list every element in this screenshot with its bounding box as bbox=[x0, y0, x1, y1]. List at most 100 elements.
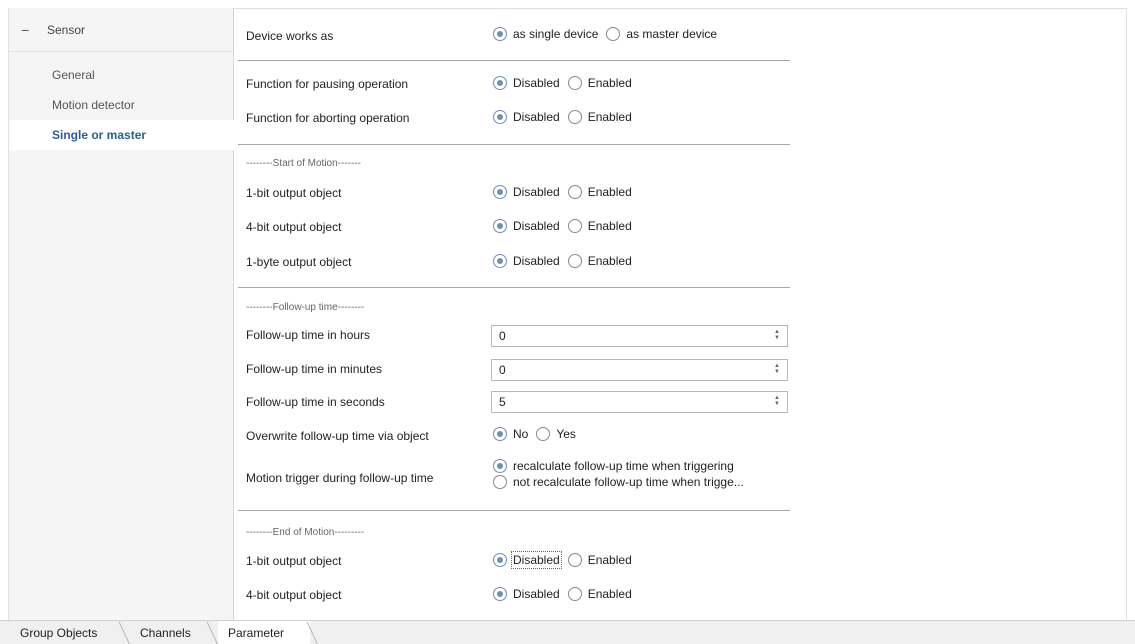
separator bbox=[238, 60, 790, 61]
start-1byte-label: 1-byte output object bbox=[246, 255, 352, 269]
radio-overwrite-no[interactable]: No bbox=[493, 427, 528, 441]
hours-spinbox[interactable]: 0 ▲ ▼ bbox=[491, 325, 788, 347]
radio-selected-icon[interactable] bbox=[493, 219, 507, 233]
radio-label: Disabled bbox=[513, 219, 560, 233]
spinner-arrows-icon[interactable]: ▲ ▼ bbox=[774, 329, 780, 341]
radio-label: Enabled bbox=[587, 110, 632, 124]
spinner-arrows-icon[interactable]: ▲ ▼ bbox=[774, 363, 780, 375]
sidebar: − Sensor General Motion detector Single … bbox=[8, 8, 235, 620]
start-1bit-options: Disabled Enabled bbox=[493, 185, 640, 199]
radio-unselected-icon[interactable] bbox=[567, 553, 582, 567]
radio-selected-icon[interactable] bbox=[493, 76, 507, 90]
radio-overwrite-yes[interactable]: Yes bbox=[536, 427, 576, 441]
sidebar-item-general[interactable]: General bbox=[9, 60, 233, 90]
collapse-icon[interactable]: − bbox=[21, 22, 35, 38]
radio-unselected-icon[interactable] bbox=[606, 27, 621, 41]
minutes-spinbox[interactable]: 0 ▲ ▼ bbox=[491, 359, 788, 381]
radio-selected-icon[interactable] bbox=[493, 27, 507, 41]
trigger-options: recalculate follow-up time when triggeri… bbox=[493, 459, 752, 491]
radio-recalculate[interactable]: recalculate follow-up time when triggeri… bbox=[493, 459, 734, 473]
tree-root-label: Sensor bbox=[47, 22, 86, 37]
bottom-tab-bar: Group Objects Channels Parameter bbox=[0, 620, 1135, 644]
radio-start-1byte-disabled[interactable]: Disabled bbox=[493, 254, 560, 268]
end-1bit-label: 1-bit output object bbox=[246, 554, 342, 568]
radio-label: Disabled bbox=[511, 551, 562, 569]
tab-group-objects[interactable]: Group Objects bbox=[20, 621, 120, 644]
radio-start-4bit-enabled[interactable]: Enabled bbox=[567, 219, 632, 233]
start-of-motion-header: --------Start of Motion------- bbox=[246, 158, 361, 169]
radio-label: Disabled bbox=[513, 254, 560, 268]
radio-label: Enabled bbox=[587, 587, 632, 601]
sidebar-item-motion-detector[interactable]: Motion detector bbox=[9, 90, 233, 120]
seconds-label: Follow-up time in seconds bbox=[246, 395, 385, 409]
radio-unselected-icon[interactable] bbox=[536, 427, 551, 441]
radio-selected-icon[interactable] bbox=[493, 459, 507, 473]
trigger-label: Motion trigger during follow-up time bbox=[246, 471, 434, 485]
spinner-arrows-icon[interactable]: ▲ ▼ bbox=[774, 395, 780, 407]
radio-label: Enabled bbox=[587, 219, 632, 233]
end-4bit-options: Disabled Enabled bbox=[493, 587, 640, 601]
tab-channels[interactable]: Channels bbox=[140, 621, 206, 644]
radio-selected-icon[interactable] bbox=[493, 427, 507, 441]
radio-label: Enabled bbox=[587, 76, 632, 90]
device-works-as-label: Device works as bbox=[246, 29, 334, 43]
radio-label: not recalculate follow-up time when trig… bbox=[513, 475, 744, 489]
radio-selected-icon[interactable] bbox=[493, 553, 507, 567]
radio-aborting-disabled[interactable]: Disabled bbox=[493, 110, 560, 124]
radio-start-1bit-disabled[interactable]: Disabled bbox=[493, 185, 560, 199]
radio-selected-icon[interactable] bbox=[493, 254, 507, 268]
radio-start-1byte-enabled[interactable]: Enabled bbox=[567, 254, 632, 268]
separator bbox=[238, 287, 790, 288]
radio-selected-icon[interactable] bbox=[493, 110, 507, 124]
radio-start-1bit-enabled[interactable]: Enabled bbox=[567, 185, 632, 199]
overwrite-label: Overwrite follow-up time via object bbox=[246, 429, 429, 443]
end-of-motion-header: --------End of Motion--------- bbox=[246, 527, 365, 538]
minutes-label: Follow-up time in minutes bbox=[246, 362, 383, 376]
radio-selected-icon[interactable] bbox=[493, 185, 507, 199]
sidebar-item-single-or-master[interactable]: Single or master bbox=[9, 120, 235, 150]
radio-start-4bit-disabled[interactable]: Disabled bbox=[493, 219, 560, 233]
radio-label: Enabled bbox=[587, 553, 632, 567]
pausing-label: Function for pausing operation bbox=[246, 77, 409, 91]
tab-parameter[interactable]: Parameter bbox=[218, 621, 310, 644]
radio-not-recalculate[interactable]: not recalculate follow-up time when trig… bbox=[493, 475, 744, 489]
seconds-spinbox[interactable]: 5 ▲ ▼ bbox=[491, 391, 788, 413]
radio-unselected-icon[interactable] bbox=[493, 475, 507, 489]
start-1byte-options: Disabled Enabled bbox=[493, 254, 640, 268]
radio-label: Yes bbox=[556, 427, 576, 441]
overwrite-options: No Yes bbox=[493, 427, 584, 441]
radio-label: Disabled bbox=[513, 110, 560, 124]
separator bbox=[238, 144, 790, 145]
radio-single-device[interactable]: as single device bbox=[493, 27, 598, 41]
parameter-panel: Device works as as single device as mast… bbox=[234, 8, 1127, 620]
pausing-options: Disabled Enabled bbox=[493, 76, 640, 90]
radio-unselected-icon[interactable] bbox=[567, 219, 582, 233]
radio-label: as single device bbox=[513, 27, 599, 41]
radio-aborting-enabled[interactable]: Enabled bbox=[567, 110, 632, 124]
radio-selected-icon[interactable] bbox=[493, 587, 507, 601]
radio-master-device[interactable]: as master device bbox=[606, 27, 717, 41]
minutes-value: 0 bbox=[499, 363, 506, 377]
radio-end-1bit-enabled[interactable]: Enabled bbox=[567, 553, 632, 567]
radio-unselected-icon[interactable] bbox=[567, 254, 582, 268]
radio-end-1bit-disabled[interactable]: Disabled bbox=[493, 551, 562, 569]
radio-label: recalculate follow-up time when triggeri… bbox=[513, 459, 734, 473]
separator bbox=[238, 510, 790, 511]
radio-unselected-icon[interactable] bbox=[567, 110, 582, 124]
radio-label: Disabled bbox=[513, 185, 560, 199]
tab-divider bbox=[118, 622, 131, 644]
device-works-as-options: as single device as master device bbox=[493, 27, 725, 41]
radio-unselected-icon[interactable] bbox=[567, 76, 582, 90]
tab-divider bbox=[206, 622, 219, 644]
radio-label: Enabled bbox=[587, 254, 632, 268]
radio-unselected-icon[interactable] bbox=[567, 587, 582, 601]
radio-end-4bit-enabled[interactable]: Enabled bbox=[567, 587, 632, 601]
radio-unselected-icon[interactable] bbox=[567, 185, 582, 199]
start-4bit-options: Disabled Enabled bbox=[493, 219, 640, 233]
radio-pausing-enabled[interactable]: Enabled bbox=[567, 76, 632, 90]
radio-pausing-disabled[interactable]: Disabled bbox=[493, 76, 560, 90]
tree-root-sensor[interactable]: − Sensor bbox=[9, 8, 233, 52]
start-4bit-label: 4-bit output object bbox=[246, 220, 342, 234]
radio-label: Enabled bbox=[587, 185, 632, 199]
radio-end-4bit-disabled[interactable]: Disabled bbox=[493, 587, 560, 601]
